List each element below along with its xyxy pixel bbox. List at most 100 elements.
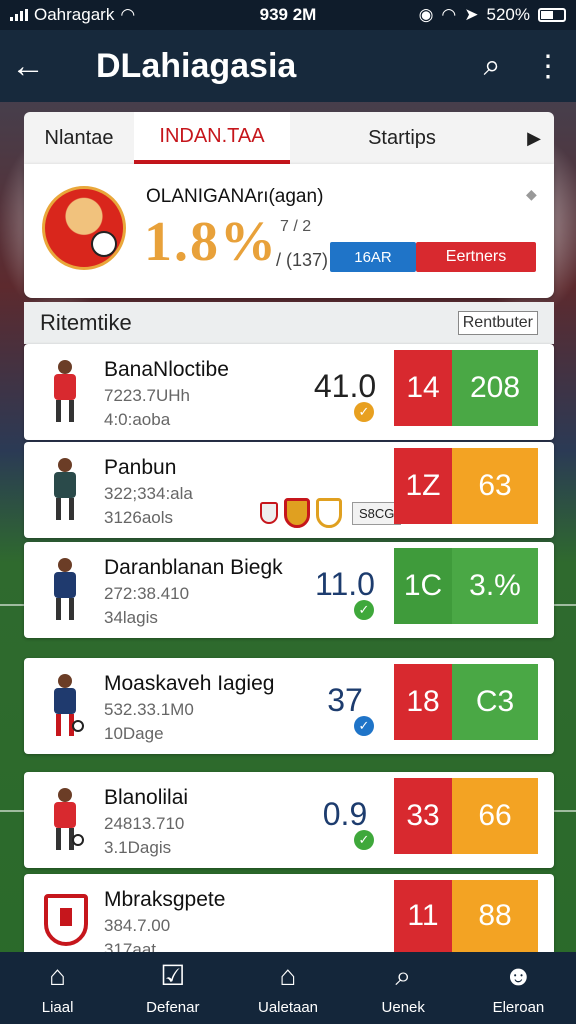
stat-box-1: 1Z [394,448,452,524]
carrier-label: Oahragark [34,5,115,24]
row-sub: 384.7.00 [104,916,171,935]
blue-pill-button[interactable]: 16AR [330,242,416,272]
stat-box-2: 208 [452,350,538,426]
row-sub: 322;334:ala [104,484,193,503]
player-avatar [42,186,126,270]
alarm-icon: ◉ [418,5,434,24]
section-action-button[interactable]: Rentbuter [457,311,538,335]
list-item[interactable]: Blanolilai 24813.710 3.1Dagis 0.9 ✓ 33 6… [24,772,554,868]
stat-box-2: 66 [452,778,538,854]
stat-box-2: 63 [452,448,538,524]
featured-big-value: 1.8% [144,211,278,273]
club-badge-icon [260,502,278,524]
stat-box-2: 88 [452,880,538,952]
player-figure-icon [46,674,86,738]
row-name: Mbraksgpete [104,888,226,911]
check-icon: ✓ [354,830,374,850]
player-figure-icon [46,788,86,852]
list-item[interactable]: Mbraksgpete 384.7.00 317aat 11 88 [24,874,554,959]
row-name: Moaskaveh Iagieg [104,672,275,695]
app-bar: ← DLahiagasia ⌕ ⋮ [0,30,576,102]
club-crest-icon [44,894,88,946]
club-badges: S8CG [260,498,402,528]
player-figure-icon [46,458,86,522]
page-title: DLahiagasia [96,46,297,85]
row-score: 41.0 [313,368,377,404]
ball-icon [91,231,117,257]
nav-profile[interactable]: ☻ Eleroan [461,952,576,1024]
tab-2-active[interactable]: INDAN.TAA [134,112,290,164]
featured-small-value: / (137) [276,250,329,270]
row-sub: 272:38.410 [104,584,190,603]
stat-box-1: 18 [394,664,452,740]
profile-icon: ☻ [503,959,534,991]
row-name: Panbun [104,456,177,479]
featured-small-value: 7 / 2 [280,218,312,235]
tab-1[interactable]: Nlantae [24,112,134,164]
tab-3[interactable]: Startips [290,112,514,164]
stat-box-1: 11 [394,880,452,952]
nav-home[interactable]: ⌂ Liaal [0,952,115,1024]
expand-icon[interactable]: ◆ [526,186,537,203]
check-icon: ✓ [354,716,374,736]
list-item[interactable]: Panbun 322;334:ala 3126aols S8CG 1Z 63 [24,442,554,538]
row-name: Blanolilai [104,786,189,809]
building-icon: ⌂ [279,959,297,991]
stat-box-1: 33 [394,778,452,854]
status-bar: Oahragark ◠ 939 2M ◉ ◠ ➤ 520% [0,0,576,30]
battery-icon [538,8,566,22]
row-name: BanaNloctibe [104,358,229,381]
nav-search[interactable]: ⌕ Uenek [346,952,461,1024]
stat-box-1: 1C [394,548,452,624]
list-item[interactable]: BanaNloctibe 7223.7UHh 4:0:aoba 41.0 ✓ 1… [24,344,554,440]
nav-stadium[interactable]: ⌂ Ualetaan [230,952,345,1024]
checkbox-icon: ☑ [160,959,186,991]
nav-label: Eleroan [492,998,545,1016]
wifi-icon: ◠ [120,5,136,24]
featured-player-card[interactable]: OLANIGANArı(agan) ◆ 1.8% 7 / 2 / (137) 1… [24,164,554,298]
row-score: 11.0 [315,566,375,602]
search-icon: ⌕ [395,959,412,991]
stat-box-2: 3.% [452,548,538,624]
featured-player-name: OLANIGANArı(agan) [146,186,324,207]
search-icon[interactable]: ⌕ [464,49,520,83]
list-item[interactable]: Moaskaveh Iagieg 532.33.1M0 10Dage 37 ✓ … [24,658,554,754]
row-sub: 3126aols [104,508,174,527]
tab-bar: Nlantae INDAN.TAA Startips ▶ [24,112,554,164]
partners-button[interactable]: Eertners [416,242,536,272]
row-name: Daranblanan Biegk [104,556,283,579]
check-icon: ✓ [354,402,374,422]
player-figure-icon [46,360,86,424]
row-sub: 7223.7UHh [104,386,191,405]
signal-icon [10,9,28,21]
row-score: 37 [327,682,363,718]
back-arrow-icon[interactable]: ← [0,47,56,86]
battery-percent: 520% [486,5,530,24]
club-badge-icon [316,498,342,528]
clock: 939 2M [259,5,317,24]
section-header: Ritemtike Rentbuter [24,302,554,344]
row-sub: 4:0:aoba [104,410,171,429]
nav-label: Ualetaan [257,998,319,1016]
player-figure-icon [46,558,86,622]
row-sub: 532.33.1M0 [104,700,194,719]
tab-next-arrow-icon[interactable]: ▶ [514,112,554,164]
location-icon: ➤ [464,5,479,24]
row-sub: 3.1Dagis [104,838,172,857]
stat-box-2: C3 [452,664,538,740]
nav-label: Uenek [381,998,425,1016]
row-sub: 34lagis [104,608,158,627]
check-icon: ✓ [354,600,374,620]
list-item[interactable]: Daranblanan Biegk 272:38.410 34lagis 11.… [24,542,554,638]
nav-label: Defenar [146,998,200,1016]
more-menu-icon[interactable]: ⋮ [520,49,576,84]
wifi-icon: ◠ [441,5,457,24]
nav-label: Liaal [41,998,74,1016]
club-badge-icon [284,498,310,528]
bottom-navigation: ⌂ Liaal ☑ Defenar ⌂ Ualetaan ⌕ Uenek ☻ E… [0,952,576,1024]
row-sub: 24813.710 [104,814,185,833]
nav-checklist[interactable]: ☑ Defenar [115,952,230,1024]
row-sub: 10Dage [104,724,164,743]
home-icon: ⌂ [49,959,67,991]
row-score: 0.9 [322,796,368,832]
